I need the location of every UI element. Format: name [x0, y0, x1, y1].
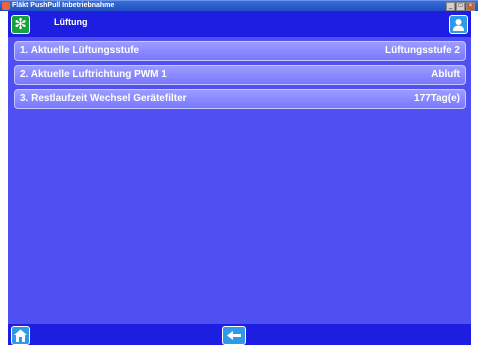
header-bar: ✻ Lüftung [8, 11, 471, 37]
window-controls: _ □ × [446, 2, 475, 11]
list-item-luftrichtung[interactable]: 2. Aktuelle Luftrichtung PWM 1 Abluft [14, 65, 466, 85]
maximize-icon[interactable]: □ [456, 2, 465, 11]
list-item-value: Abluft [431, 69, 460, 80]
close-icon[interactable]: × [466, 2, 475, 11]
window-titlebar: Fläkt PushPull Inbetriebnahme _ □ × [0, 0, 478, 11]
list-item-value: 177Tag(e) [414, 93, 460, 104]
list-item-label: 2. Aktuelle Luftrichtung PWM 1 [20, 69, 167, 80]
user-icon[interactable] [449, 15, 468, 34]
back-arrow-icon[interactable] [222, 326, 246, 345]
page-title: Lüftung [54, 17, 88, 27]
app-icon [2, 2, 10, 10]
fan-icon[interactable]: ✻ [11, 15, 30, 34]
app-area: ✻ Lüftung 1. Aktuelle Lüftungsstufe Lüft… [8, 11, 471, 345]
list-item-label: 1. Aktuelle Lüftungsstufe [20, 45, 140, 56]
list-item-label: 3. Restlaufzeit Wechsel Gerätefilter [20, 93, 187, 104]
list-item-value: Lüftungsstufe 2 [385, 45, 460, 56]
footer-bar [8, 324, 471, 345]
window-title: Fläkt PushPull Inbetriebnahme [12, 2, 115, 9]
minimize-icon[interactable]: _ [446, 2, 455, 11]
list-item-restlaufzeit-filter[interactable]: 3. Restlaufzeit Wechsel Gerätefilter 177… [14, 89, 466, 109]
parameter-list: 1. Aktuelle Lüftungsstufe Lüftungsstufe … [14, 41, 466, 113]
list-item-lueftungsstufe[interactable]: 1. Aktuelle Lüftungsstufe Lüftungsstufe … [14, 41, 466, 61]
home-icon[interactable] [11, 326, 30, 345]
